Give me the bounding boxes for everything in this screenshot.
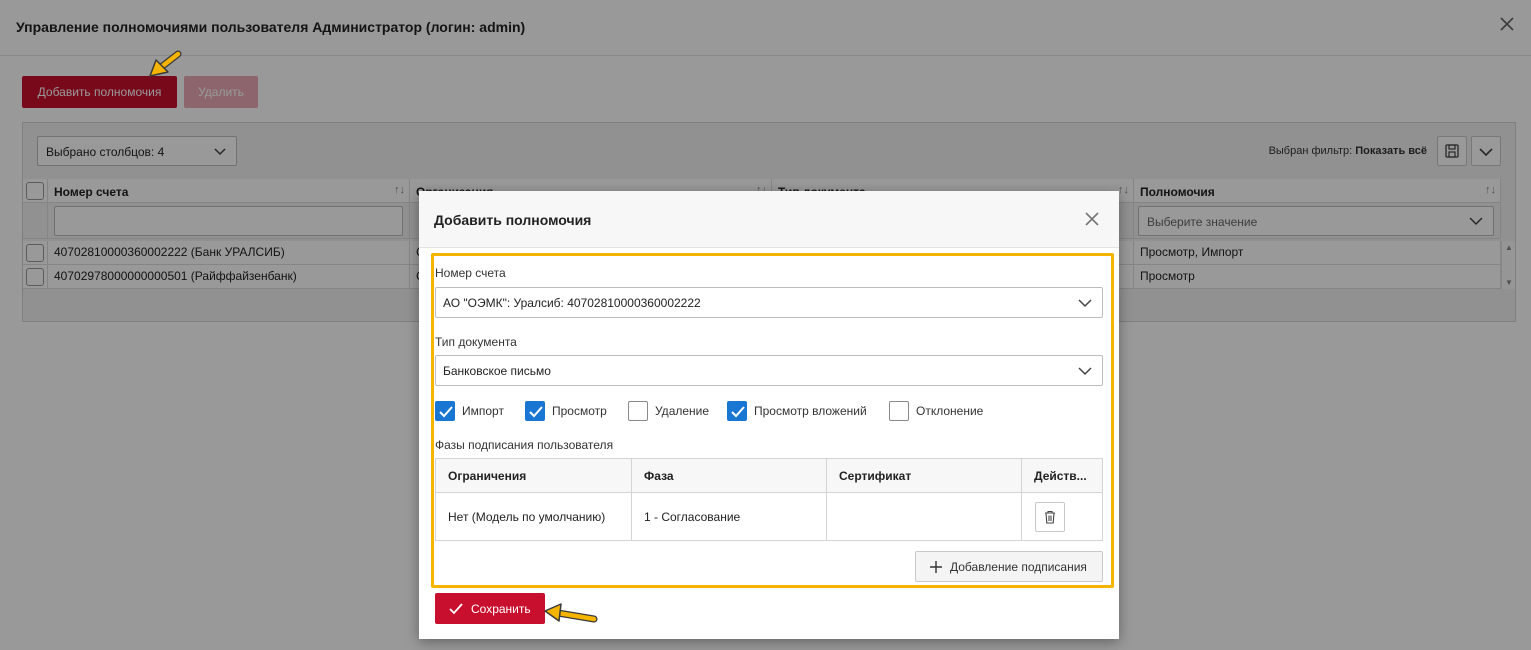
add-signing-label: Добавление подписания bbox=[950, 559, 1087, 574]
checkbox-box[interactable] bbox=[727, 401, 747, 421]
close-icon[interactable] bbox=[1083, 210, 1101, 228]
header-certificate: Сертификат bbox=[827, 459, 1022, 492]
save-label: Сохранить bbox=[471, 601, 531, 616]
signing-phases-table: Ограничения Фаза Сертификат Действ... Не… bbox=[435, 458, 1103, 541]
checkbox-label: Удаление bbox=[655, 404, 710, 418]
plus-icon bbox=[930, 560, 942, 573]
phase-cell: 1 - Согласование bbox=[632, 493, 827, 540]
header-restrictions: Ограничения bbox=[436, 459, 632, 492]
delete-row-button[interactable] bbox=[1035, 501, 1065, 532]
check-icon bbox=[731, 406, 745, 418]
header-actions: Действ... bbox=[1034, 468, 1087, 483]
checkbox-box[interactable] bbox=[435, 401, 455, 421]
checkbox-box[interactable] bbox=[889, 401, 909, 421]
annotation-arrow-icon bbox=[544, 603, 598, 623]
checkbox-view[interactable]: Просмотр bbox=[525, 401, 607, 421]
checkbox-label: Просмотр bbox=[552, 404, 607, 418]
doctype-select-value: Банковское письмо bbox=[443, 364, 551, 378]
add-permissions-dialog: Добавить полномочия Номер счета АО "ОЭМК… bbox=[419, 191, 1119, 639]
checkbox-reject[interactable]: Отклонение bbox=[889, 401, 983, 421]
save-button[interactable]: Сохранить bbox=[435, 593, 545, 624]
checkbox-label: Импорт bbox=[462, 404, 504, 418]
phase-table-header: Ограничения Фаза Сертификат Действ... bbox=[436, 459, 1102, 493]
table-row: Нет (Модель по умолчанию) 1 - Согласован… bbox=[436, 493, 1102, 540]
checkbox-label: Отклонение bbox=[916, 404, 984, 418]
checkbox-import[interactable]: Импорт bbox=[435, 401, 504, 421]
doctype-label: Тип документа bbox=[435, 335, 517, 349]
check-icon bbox=[439, 406, 453, 418]
dialog-header: Добавить полномочия bbox=[419, 191, 1119, 248]
checkbox-box[interactable] bbox=[525, 401, 545, 421]
certificate-cell bbox=[827, 493, 1022, 540]
doctype-select[interactable]: Банковское письмо bbox=[435, 355, 1103, 386]
chevron-down-icon bbox=[1078, 299, 1092, 308]
actions-cell bbox=[1022, 493, 1102, 540]
account-select-value: АО "ОЭМК": Уралсиб: 40702810000360002222 bbox=[443, 296, 701, 310]
signing-phases-label: Фазы подписания пользователя bbox=[435, 438, 614, 452]
check-icon bbox=[449, 602, 463, 614]
chevron-down-icon bbox=[1078, 367, 1092, 376]
annotation-arrow-icon bbox=[149, 50, 182, 77]
checkbox-delete[interactable]: Удаление bbox=[628, 401, 709, 421]
checkbox-box[interactable] bbox=[628, 401, 648, 421]
checkbox-label: Просмотр вложений bbox=[754, 404, 867, 418]
check-icon bbox=[529, 406, 543, 418]
trash-icon bbox=[1045, 510, 1055, 524]
dialog-title: Добавить полномочия bbox=[434, 212, 592, 228]
restriction-cell: Нет (Модель по умолчанию) bbox=[436, 493, 632, 540]
header-phase: Фаза bbox=[632, 459, 827, 492]
permission-checkboxes: Импорт Просмотр Удаление Просмотр вложен… bbox=[435, 401, 1105, 421]
account-label: Номер счета bbox=[435, 266, 506, 280]
checkbox-view-attachments[interactable]: Просмотр вложений bbox=[727, 401, 867, 421]
account-select[interactable]: АО "ОЭМК": Уралсиб: 40702810000360002222 bbox=[435, 287, 1103, 318]
add-signing-button[interactable]: Добавление подписания bbox=[915, 551, 1103, 582]
